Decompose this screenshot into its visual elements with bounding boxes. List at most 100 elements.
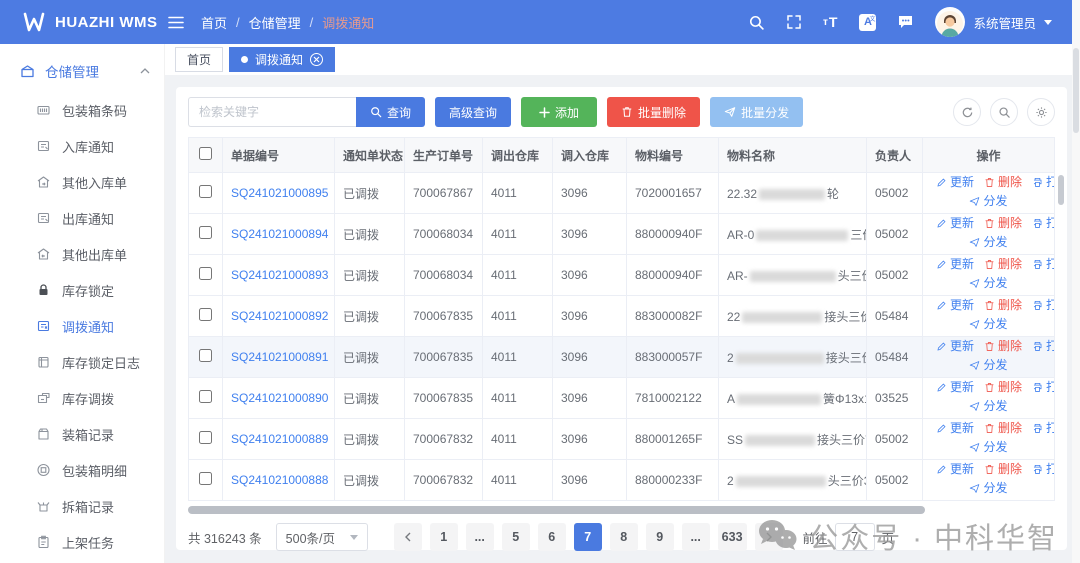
update-action[interactable]: 更新 — [936, 420, 974, 437]
delete-action[interactable]: 删除 — [984, 215, 1022, 232]
page-button-7-active[interactable]: 7 — [574, 523, 602, 551]
print-action[interactable]: 打印 — [1032, 420, 1054, 437]
docno-link[interactable]: SQ241021000893 — [231, 268, 328, 282]
breadcrumb-home[interactable]: 首页 — [201, 13, 227, 32]
breadcrumb-warehouse[interactable]: 仓储管理 — [249, 13, 301, 32]
row-checkbox[interactable] — [199, 185, 212, 198]
sidebar-item-stock-transfer[interactable]: 库存调拨 — [0, 380, 164, 416]
sidebar-item-inbound-notice[interactable]: 入库通知 — [0, 128, 164, 164]
delete-action[interactable]: 删除 — [984, 256, 1022, 273]
page-button-633[interactable]: 633 — [718, 523, 747, 551]
delete-action[interactable]: 删除 — [984, 379, 1022, 396]
collapse-menu-icon[interactable] — [167, 16, 185, 29]
delete-action[interactable]: 删除 — [984, 338, 1022, 355]
page-button-1[interactable]: 1 — [430, 523, 458, 551]
fullscreen-icon[interactable] — [786, 14, 802, 30]
print-action[interactable]: 打印 — [1032, 256, 1054, 273]
sidebar-item-outbound-notice[interactable]: 出库通知 — [0, 200, 164, 236]
distribute-action[interactable]: 分发 — [969, 357, 1007, 374]
page-scrollbar-thumb[interactable] — [1073, 48, 1079, 133]
prev-page-button[interactable] — [394, 523, 422, 551]
sidebar-item-unboxing-record[interactable]: 拆箱记录 — [0, 488, 164, 524]
page-button-5[interactable]: 5 — [502, 523, 530, 551]
vertical-scrollbar-thumb[interactable] — [1058, 175, 1064, 205]
delete-action[interactable]: 删除 — [984, 297, 1022, 314]
row-checkbox[interactable] — [199, 308, 212, 321]
distribute-action[interactable]: 分发 — [969, 193, 1007, 210]
print-action[interactable]: 打印 — [1032, 215, 1054, 232]
print-action[interactable]: 打印 — [1032, 379, 1054, 396]
user-menu[interactable]: 系统管理员 — [935, 7, 1052, 37]
column-search-button[interactable] — [990, 98, 1018, 126]
tab-transfer-notice[interactable]: 调拨通知 — [229, 47, 335, 72]
distribute-action[interactable]: 分发 — [969, 480, 1007, 497]
delete-action[interactable]: 删除 — [984, 420, 1022, 437]
distribute-action[interactable]: 分发 — [969, 234, 1007, 251]
distribute-action[interactable]: 分发 — [969, 398, 1007, 415]
refresh-button[interactable] — [953, 98, 981, 126]
update-action[interactable]: 更新 — [936, 215, 974, 232]
query-button[interactable]: 查询 — [356, 97, 425, 127]
tab-home[interactable]: 首页 — [175, 47, 223, 72]
batch-delete-button[interactable]: 批量删除 — [607, 97, 700, 127]
update-action[interactable]: 更新 — [936, 379, 974, 396]
docno-link[interactable]: SQ241021000889 — [231, 432, 328, 446]
page-size-select[interactable]: 500条/页 — [276, 523, 368, 551]
delete-action[interactable]: 删除 — [984, 461, 1022, 478]
docno-link[interactable]: SQ241021000890 — [231, 391, 328, 405]
docno-link[interactable]: SQ241021000892 — [231, 309, 328, 323]
row-checkbox[interactable] — [199, 390, 212, 403]
row-checkbox[interactable] — [199, 226, 212, 239]
update-action[interactable]: 更新 — [936, 174, 974, 191]
translate-icon[interactable]: A文 — [859, 14, 876, 31]
update-action[interactable]: 更新 — [936, 256, 974, 273]
sidebar-item-packing-record[interactable]: 装箱记录 — [0, 416, 164, 452]
sidebar-item-putaway-task[interactable]: 上架任务 — [0, 524, 164, 560]
sidebar-item-box-detail[interactable]: 包装箱明细 — [0, 452, 164, 488]
sidebar-item-other-outbound[interactable]: 其他出库单 — [0, 236, 164, 272]
sidebar-item-stock-lock-log[interactable]: 库存锁定日志 — [0, 344, 164, 380]
add-button[interactable]: 添加 — [521, 97, 597, 127]
row-checkbox[interactable] — [199, 431, 212, 444]
tab-close-icon[interactable] — [310, 53, 323, 66]
row-checkbox[interactable] — [199, 267, 212, 280]
update-action[interactable]: 更新 — [936, 297, 974, 314]
search-icon[interactable] — [748, 14, 765, 31]
update-action[interactable]: 更新 — [936, 461, 974, 478]
sidebar-item-other-inbound[interactable]: 其他入库单 — [0, 164, 164, 200]
docno-link[interactable]: SQ241021000891 — [231, 350, 328, 364]
row-checkbox[interactable] — [199, 472, 212, 485]
print-action[interactable]: 打印 — [1032, 174, 1054, 191]
page-button-9[interactable]: 9 — [646, 523, 674, 551]
page-button-8[interactable]: 8 — [610, 523, 638, 551]
select-all-checkbox[interactable] — [199, 147, 212, 160]
sidebar-item-transfer-notice[interactable]: 调拨通知 — [0, 308, 164, 344]
next-page-button[interactable] — [755, 523, 783, 551]
settings-button[interactable] — [1027, 98, 1055, 126]
row-checkbox[interactable] — [199, 349, 212, 362]
print-action[interactable]: 打印 — [1032, 297, 1054, 314]
sidebar-item-stock-lock[interactable]: 库存锁定 — [0, 272, 164, 308]
search-input[interactable] — [188, 97, 356, 127]
sidebar-group-warehouse[interactable]: 仓储管理 — [0, 50, 164, 92]
advanced-query-button[interactable]: 高级查询 — [435, 97, 511, 127]
distribute-action[interactable]: 分发 — [969, 275, 1007, 292]
page-button-6[interactable]: 6 — [538, 523, 566, 551]
distribute-action[interactable]: 分发 — [969, 316, 1007, 333]
docno-link[interactable]: SQ241021000895 — [231, 186, 328, 200]
font-size-icon[interactable]: тT — [823, 14, 838, 30]
docno-link[interactable]: SQ241021000888 — [231, 473, 328, 487]
batch-distribute-button[interactable]: 批量分发 — [710, 97, 803, 127]
print-action[interactable]: 打印 — [1032, 338, 1054, 355]
horizontal-scrollbar-thumb[interactable] — [188, 506, 925, 514]
print-action[interactable]: 打印 — [1032, 461, 1054, 478]
docno-link[interactable]: SQ241021000894 — [231, 227, 328, 241]
sidebar-item-box-barcode[interactable]: 包装箱条码 — [0, 92, 164, 128]
message-icon[interactable] — [897, 14, 914, 30]
distribute-action[interactable]: 分发 — [969, 439, 1007, 456]
page-ellipsis[interactable]: ... — [466, 523, 494, 551]
delete-action[interactable]: 删除 — [984, 174, 1022, 191]
page-ellipsis[interactable]: ... — [682, 523, 710, 551]
goto-page-input[interactable] — [835, 523, 875, 551]
update-action[interactable]: 更新 — [936, 338, 974, 355]
